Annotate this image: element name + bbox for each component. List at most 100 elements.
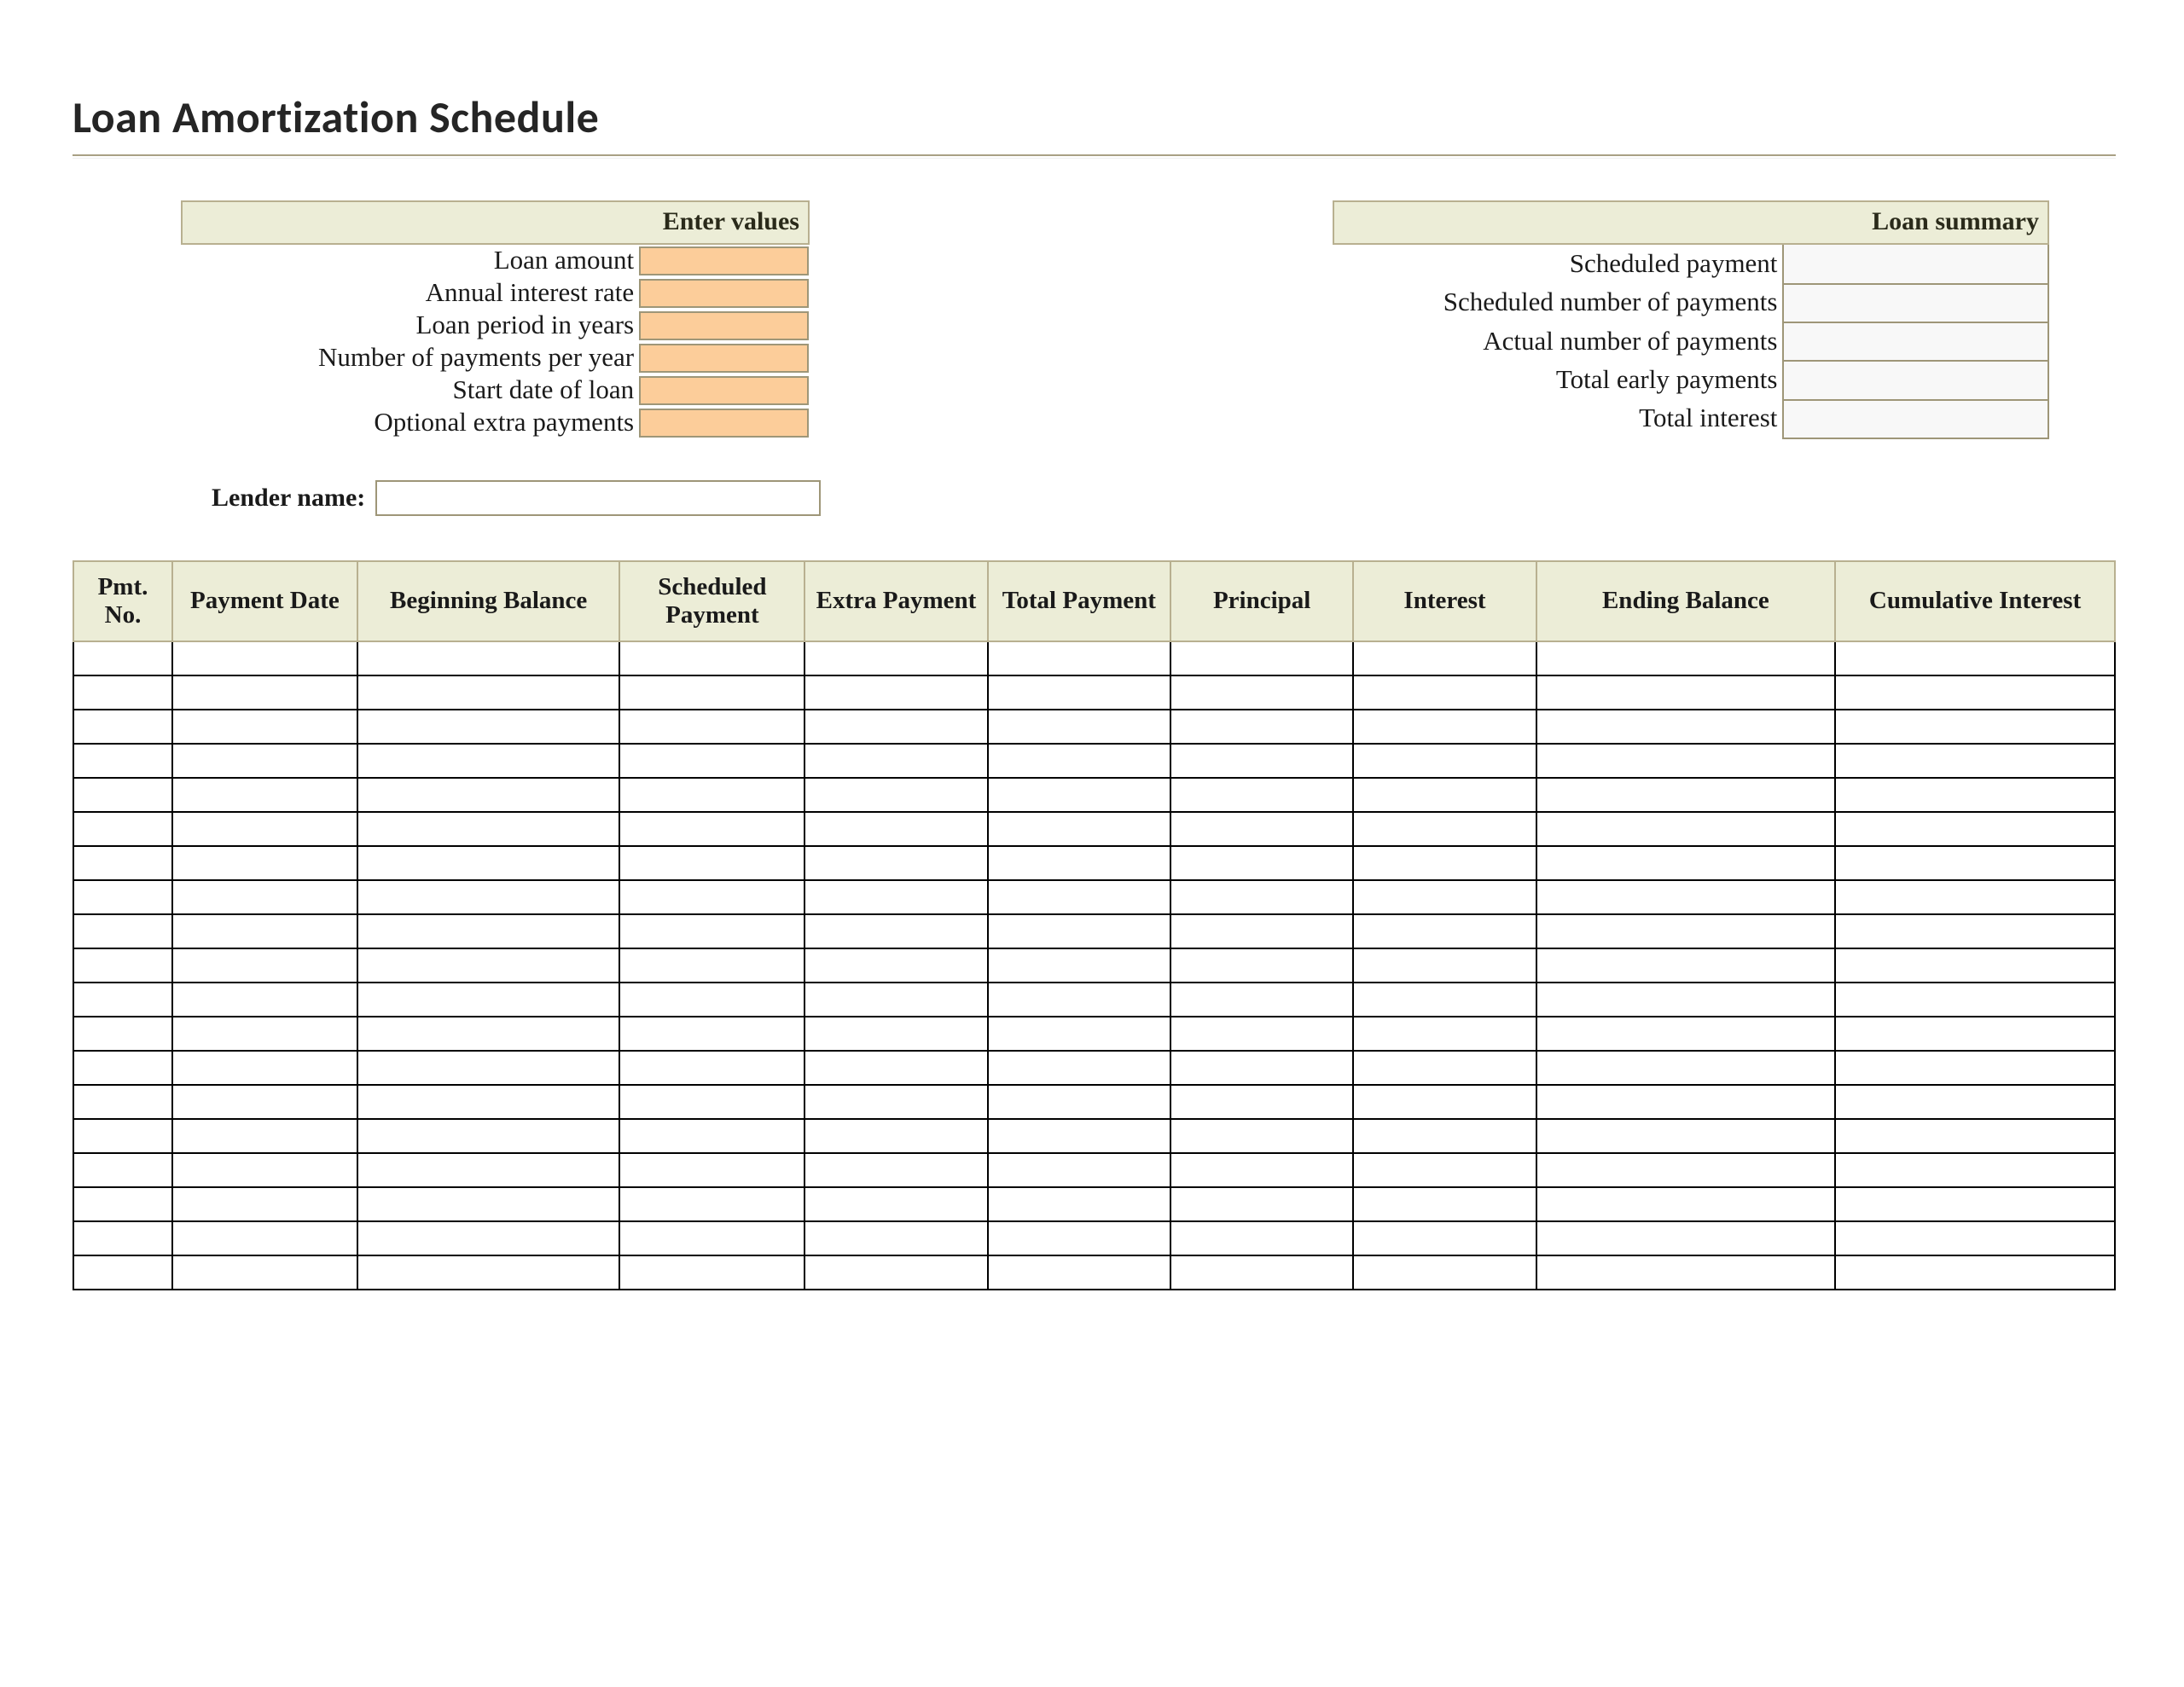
table-cell[interactable] xyxy=(1353,1051,1536,1085)
table-cell[interactable] xyxy=(619,1017,804,1051)
table-cell[interactable] xyxy=(357,1017,620,1051)
table-cell[interactable] xyxy=(357,1187,620,1221)
table-cell[interactable] xyxy=(1170,1085,1353,1119)
table-cell[interactable] xyxy=(988,880,1170,914)
table-cell[interactable] xyxy=(1536,1017,1836,1051)
table-cell[interactable] xyxy=(1170,1017,1353,1051)
table-cell[interactable] xyxy=(73,1255,172,1290)
table-cell[interactable] xyxy=(619,744,804,778)
table-cell[interactable] xyxy=(172,812,357,846)
table-cell[interactable] xyxy=(804,744,987,778)
table-cell[interactable] xyxy=(357,710,620,744)
table-cell[interactable] xyxy=(1353,675,1536,710)
table-cell[interactable] xyxy=(357,641,620,675)
table-cell[interactable] xyxy=(73,641,172,675)
table-cell[interactable] xyxy=(619,914,804,948)
table-cell[interactable] xyxy=(988,1255,1170,1290)
table-cell[interactable] xyxy=(357,1085,620,1119)
table-cell[interactable] xyxy=(357,778,620,812)
table-cell[interactable] xyxy=(73,880,172,914)
table-cell[interactable] xyxy=(357,948,620,983)
start-date-input[interactable] xyxy=(639,376,809,405)
table-cell[interactable] xyxy=(619,641,804,675)
table-cell[interactable] xyxy=(804,1051,987,1085)
table-cell[interactable] xyxy=(988,1085,1170,1119)
table-cell[interactable] xyxy=(1170,846,1353,880)
table-cell[interactable] xyxy=(1835,1017,2115,1051)
table-cell[interactable] xyxy=(804,812,987,846)
table-cell[interactable] xyxy=(804,1119,987,1153)
table-cell[interactable] xyxy=(1835,983,2115,1017)
table-cell[interactable] xyxy=(988,1221,1170,1255)
table-cell[interactable] xyxy=(619,1085,804,1119)
table-cell[interactable] xyxy=(988,983,1170,1017)
table-cell[interactable] xyxy=(1536,812,1836,846)
table-cell[interactable] xyxy=(804,914,987,948)
table-cell[interactable] xyxy=(1353,641,1536,675)
table-cell[interactable] xyxy=(988,1153,1170,1187)
table-cell[interactable] xyxy=(1170,1255,1353,1290)
table-cell[interactable] xyxy=(357,1051,620,1085)
table-cell[interactable] xyxy=(1536,675,1836,710)
table-cell[interactable] xyxy=(73,914,172,948)
table-cell[interactable] xyxy=(172,846,357,880)
table-cell[interactable] xyxy=(988,1119,1170,1153)
table-cell[interactable] xyxy=(172,1051,357,1085)
table-cell[interactable] xyxy=(172,880,357,914)
table-cell[interactable] xyxy=(1835,1051,2115,1085)
table-cell[interactable] xyxy=(804,880,987,914)
extra-payments-input[interactable] xyxy=(639,409,809,438)
table-cell[interactable] xyxy=(804,1255,987,1290)
table-cell[interactable] xyxy=(357,1221,620,1255)
table-cell[interactable] xyxy=(73,983,172,1017)
table-cell[interactable] xyxy=(1536,778,1836,812)
table-cell[interactable] xyxy=(619,1119,804,1153)
table-cell[interactable] xyxy=(172,1119,357,1153)
table-cell[interactable] xyxy=(73,710,172,744)
table-cell[interactable] xyxy=(619,880,804,914)
table-cell[interactable] xyxy=(73,744,172,778)
table-cell[interactable] xyxy=(1353,1017,1536,1051)
table-cell[interactable] xyxy=(1353,778,1536,812)
table-cell[interactable] xyxy=(73,675,172,710)
table-cell[interactable] xyxy=(357,880,620,914)
table-cell[interactable] xyxy=(172,1085,357,1119)
table-cell[interactable] xyxy=(73,812,172,846)
table-cell[interactable] xyxy=(804,1085,987,1119)
table-cell[interactable] xyxy=(1835,1255,2115,1290)
table-cell[interactable] xyxy=(1536,1153,1836,1187)
table-cell[interactable] xyxy=(988,812,1170,846)
table-cell[interactable] xyxy=(1835,914,2115,948)
table-cell[interactable] xyxy=(172,744,357,778)
table-cell[interactable] xyxy=(1536,710,1836,744)
table-cell[interactable] xyxy=(73,846,172,880)
table-cell[interactable] xyxy=(172,1017,357,1051)
table-cell[interactable] xyxy=(619,846,804,880)
table-cell[interactable] xyxy=(988,641,1170,675)
payments-per-year-input[interactable] xyxy=(639,344,809,373)
table-cell[interactable] xyxy=(73,1221,172,1255)
table-cell[interactable] xyxy=(73,1187,172,1221)
table-cell[interactable] xyxy=(804,778,987,812)
table-cell[interactable] xyxy=(172,983,357,1017)
table-cell[interactable] xyxy=(988,1051,1170,1085)
table-cell[interactable] xyxy=(1353,710,1536,744)
table-cell[interactable] xyxy=(1835,1153,2115,1187)
table-cell[interactable] xyxy=(804,1221,987,1255)
table-cell[interactable] xyxy=(1536,948,1836,983)
table-cell[interactable] xyxy=(73,1017,172,1051)
table-cell[interactable] xyxy=(172,1221,357,1255)
table-cell[interactable] xyxy=(988,1017,1170,1051)
table-cell[interactable] xyxy=(172,641,357,675)
table-cell[interactable] xyxy=(1835,1119,2115,1153)
table-cell[interactable] xyxy=(619,1153,804,1187)
table-cell[interactable] xyxy=(73,948,172,983)
table-cell[interactable] xyxy=(1353,1153,1536,1187)
table-cell[interactable] xyxy=(357,1119,620,1153)
table-cell[interactable] xyxy=(1536,1255,1836,1290)
table-cell[interactable] xyxy=(357,846,620,880)
table-cell[interactable] xyxy=(1353,1119,1536,1153)
table-cell[interactable] xyxy=(1353,744,1536,778)
table-cell[interactable] xyxy=(804,641,987,675)
table-cell[interactable] xyxy=(73,778,172,812)
